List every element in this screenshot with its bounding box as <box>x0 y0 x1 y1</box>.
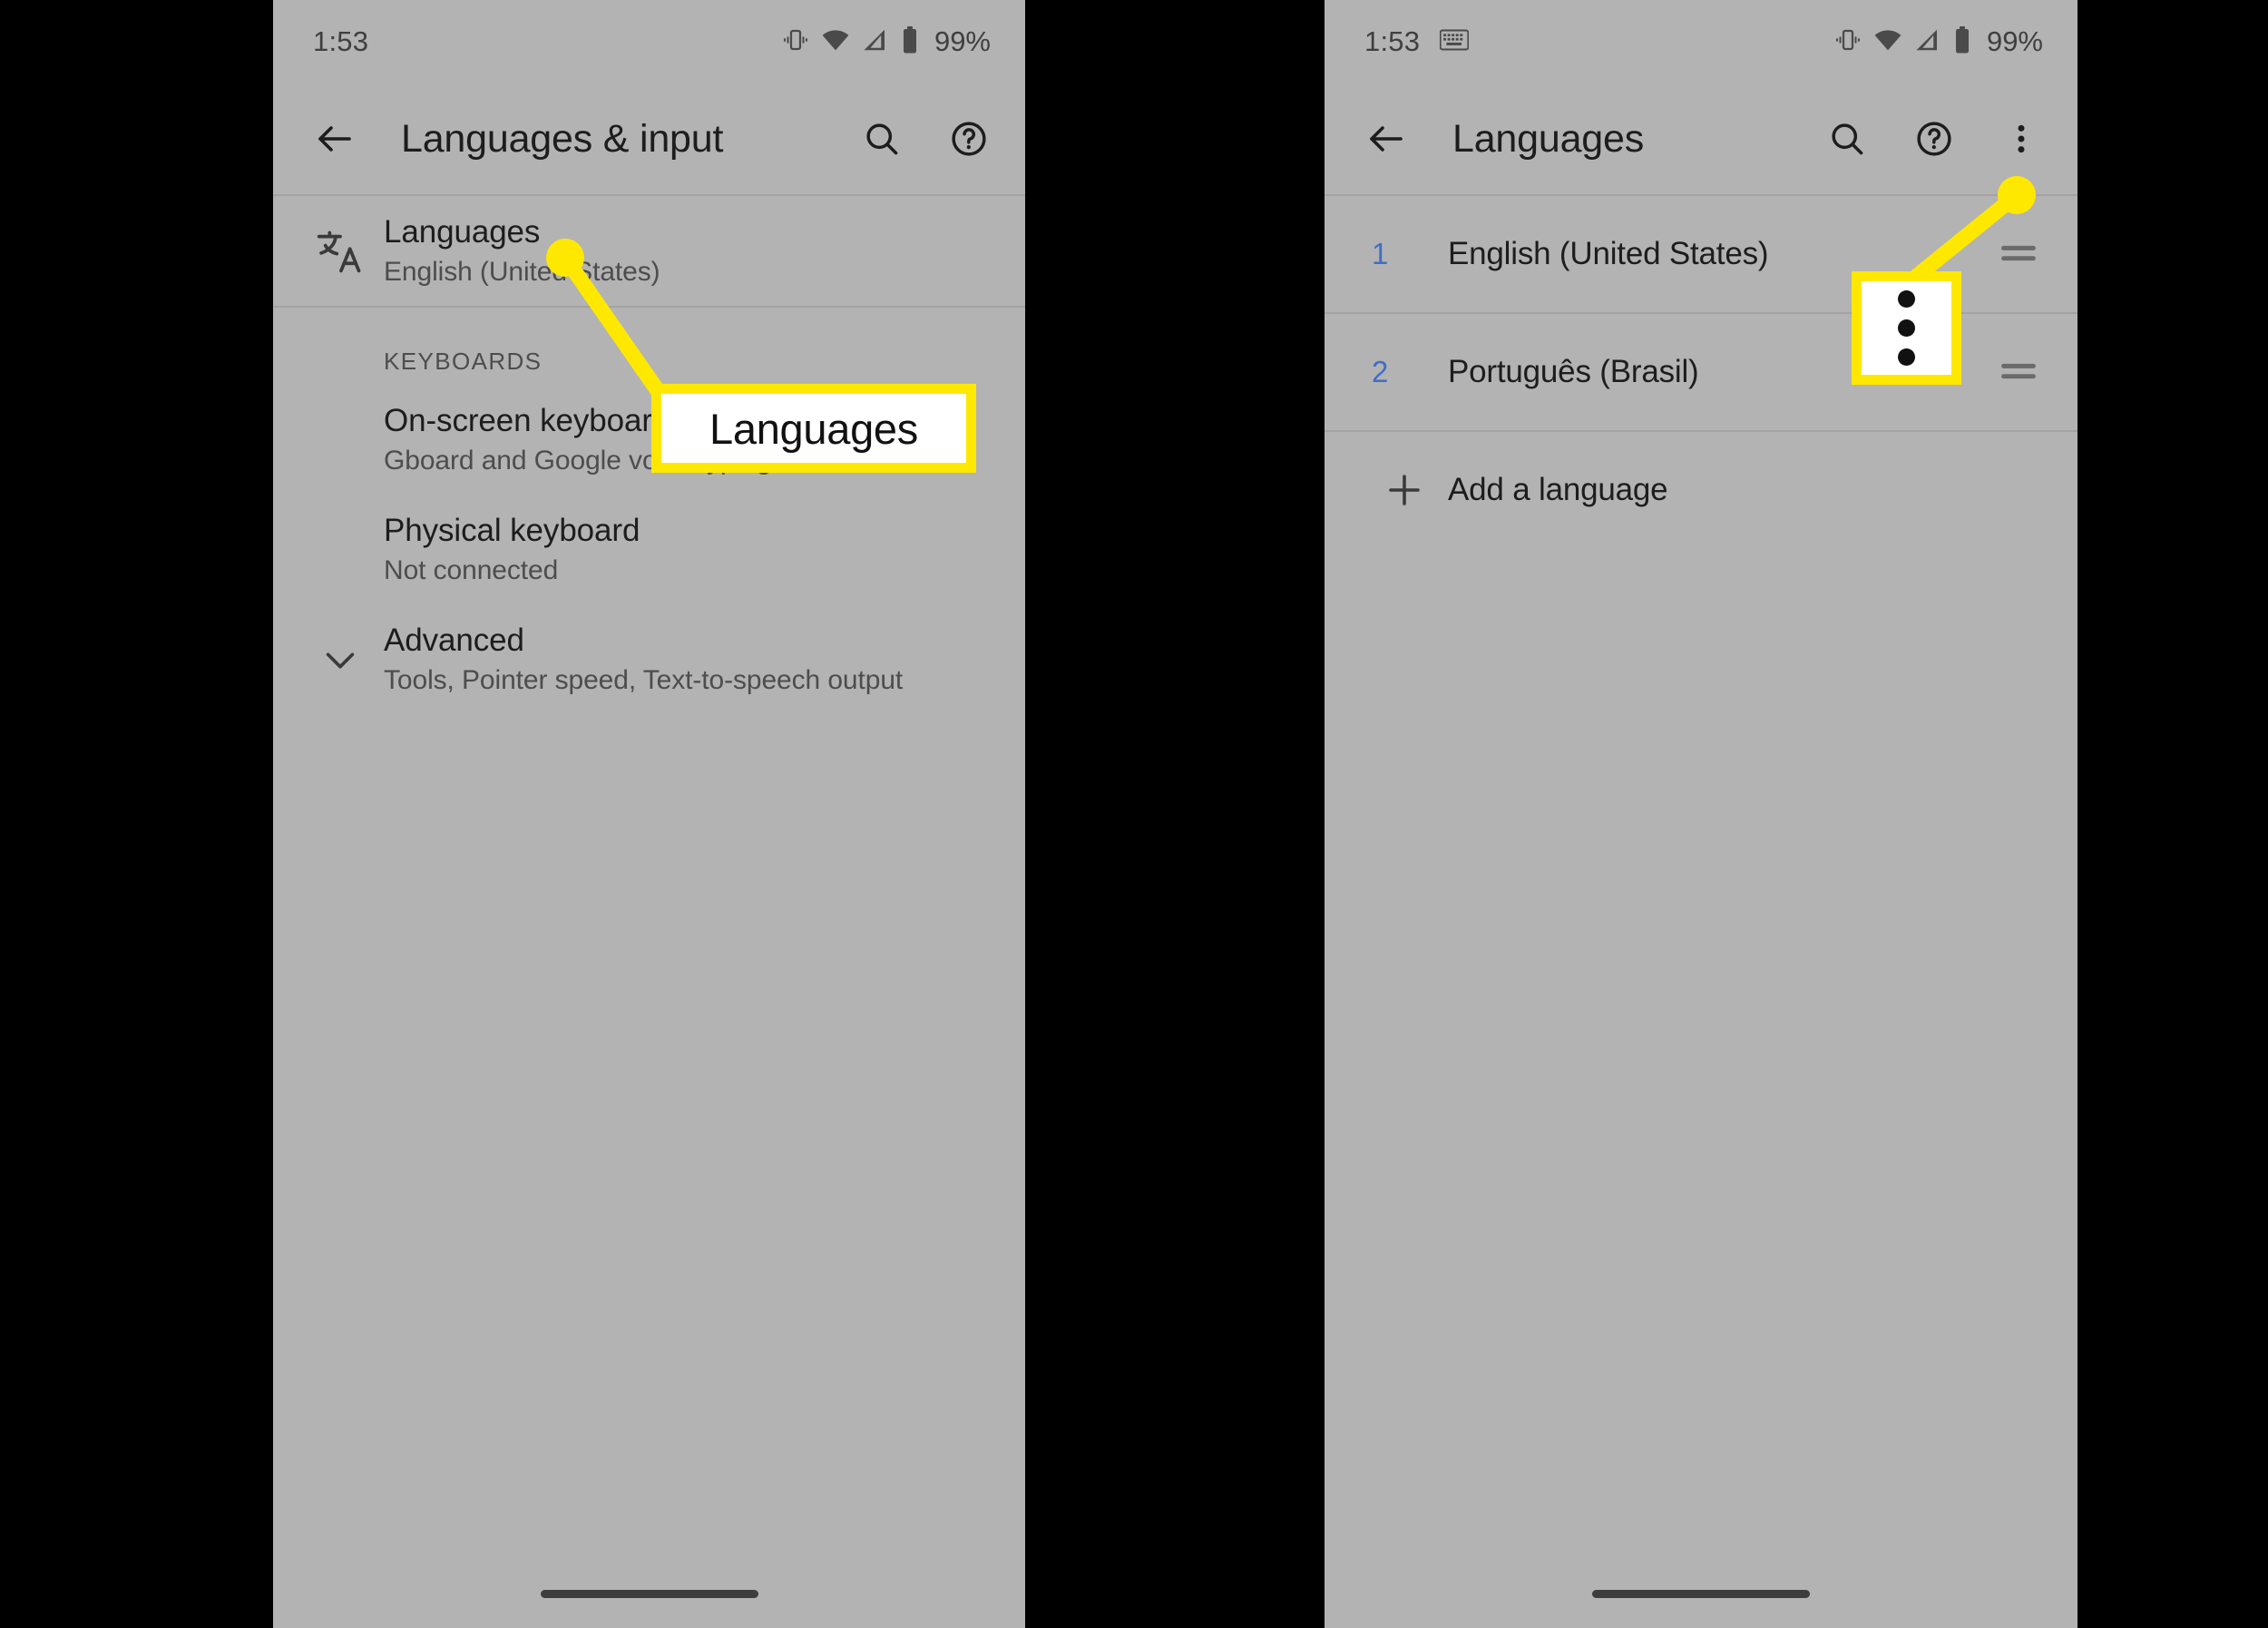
battery-percent: 99% <box>934 25 991 57</box>
right-status-left: 1:53 <box>1364 25 1470 58</box>
wifi-icon <box>1873 27 1902 57</box>
right-app-bar: Languages <box>1325 83 2077 194</box>
kebab-dot-icon <box>1898 348 1915 366</box>
language-label: Português (Brasil) <box>1448 354 1699 389</box>
status-time: 1:53 <box>1364 25 1421 57</box>
overflow-menu-icon[interactable] <box>1996 113 2047 164</box>
language-label: English (United States) <box>1448 236 1769 271</box>
row-advanced[interactable]: Advanced Tools, Pointer speed, Text-to-s… <box>273 604 1025 714</box>
add-a-language-row[interactable]: Add a language <box>1325 432 2077 548</box>
right-status-bar: 1:53 99% <box>1325 0 2077 83</box>
vibrate-icon <box>1834 26 1862 58</box>
battery-percent: 99% <box>1986 25 2043 57</box>
drag-handle-icon[interactable] <box>1998 239 2039 270</box>
signal-icon <box>1914 27 1941 57</box>
left-status-icons: 99% <box>782 25 991 58</box>
battery-icon <box>1953 25 1971 58</box>
callout-languages: Languages <box>651 384 976 473</box>
home-indicator[interactable] <box>540 1590 758 1598</box>
screenshot-stage: 1:53 99% Languages & input Languages Eng… <box>0 0 2268 1628</box>
battery-icon <box>901 25 919 58</box>
right-phone-panel: 1:53 99% Languages 1 English (United Sta… <box>1325 0 2077 1628</box>
help-icon[interactable] <box>1909 113 1960 164</box>
home-indicator[interactable] <box>1592 1590 1810 1598</box>
chevron-down-icon[interactable] <box>297 639 384 681</box>
section-label-keyboards: KEYBOARDS <box>384 348 543 375</box>
left-status-bar: 1:53 99% <box>273 0 1025 83</box>
row-subtitle: Tools, Pointer speed, Text-to-speech out… <box>384 665 904 695</box>
language-row-2[interactable]: 2 Português (Brasil) <box>1325 314 2077 430</box>
vibrate-icon <box>782 26 809 58</box>
language-order-number: 1 <box>1372 237 1389 270</box>
right-app-bar-actions <box>1822 113 2047 164</box>
row-physical-keyboard[interactable]: Physical keyboard Not connected <box>273 495 1025 604</box>
left-phone-panel: 1:53 99% Languages & input Languages Eng… <box>273 0 1025 1628</box>
status-time: 1:53 <box>313 25 369 57</box>
left-app-bar: Languages & input <box>273 83 1025 194</box>
left-status-left: 1:53 <box>313 25 368 58</box>
callout-overflow-menu <box>1852 271 1961 385</box>
row-advanced-text: Advanced Tools, Pointer speed, Text-to-s… <box>384 623 903 696</box>
wifi-icon <box>821 27 850 57</box>
keyboard-icon <box>1439 29 1470 55</box>
translate-icon <box>297 226 384 277</box>
add-a-language-label: Add a language <box>1448 472 1668 507</box>
back-arrow-icon[interactable] <box>309 113 360 164</box>
row-languages[interactable]: Languages English (United States) <box>273 196 1025 306</box>
help-icon[interactable] <box>943 113 994 164</box>
plus-icon <box>1361 468 1448 512</box>
search-icon[interactable] <box>856 113 907 164</box>
right-status-icons: 99% <box>1834 25 2043 58</box>
kebab-dot-icon <box>1898 290 1915 308</box>
row-title: Physical keyboard <box>384 513 640 548</box>
page-title: Languages & input <box>401 116 724 161</box>
callout-anchor-dot-left <box>546 239 584 277</box>
search-icon[interactable] <box>1822 113 1872 164</box>
row-subtitle: English (United States) <box>384 257 660 287</box>
row-languages-text: Languages English (United States) <box>384 214 660 288</box>
row-title: Advanced <box>384 623 524 658</box>
callout-languages-text: Languages <box>709 404 918 453</box>
left-app-bar-actions <box>856 113 994 164</box>
row-subtitle: Not connected <box>384 555 559 585</box>
drag-handle-icon[interactable] <box>1998 357 2039 387</box>
language-row-1[interactable]: 1 English (United States) <box>1325 196 2077 312</box>
kebab-dot-icon <box>1898 319 1915 337</box>
row-title: Languages <box>384 214 541 250</box>
back-arrow-icon[interactable] <box>1361 113 1412 164</box>
signal-icon <box>862 27 889 57</box>
row-physical-keyboard-text: Physical keyboard Not connected <box>384 513 640 586</box>
callout-anchor-dot-right <box>1998 176 2036 214</box>
page-title: Languages <box>1452 116 1645 161</box>
language-order-number: 2 <box>1372 355 1389 388</box>
